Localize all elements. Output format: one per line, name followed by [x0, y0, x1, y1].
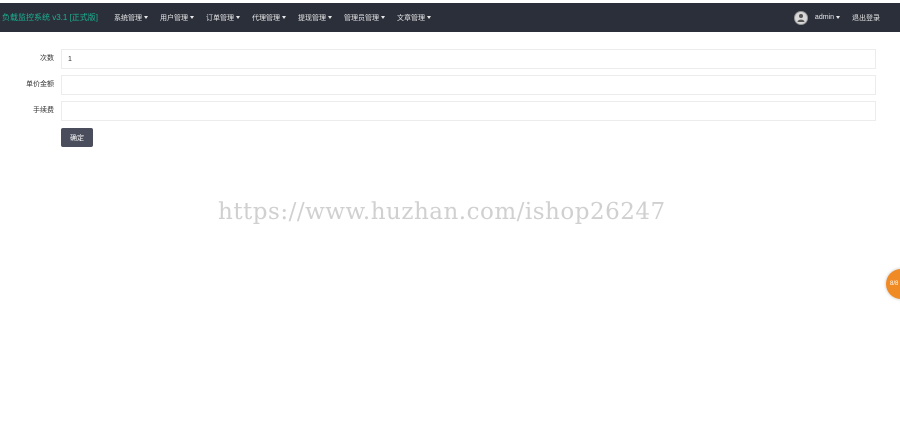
caret-down-icon — [381, 16, 385, 19]
menu-label: 文章管理 — [397, 14, 425, 22]
caret-down-icon — [282, 16, 286, 19]
caret-down-icon — [190, 16, 194, 19]
menu-agents[interactable]: 代理管理 — [252, 13, 286, 23]
menu-label: 系统管理 — [114, 14, 142, 22]
user-menu[interactable]: admin — [815, 14, 840, 21]
caret-down-icon — [836, 16, 840, 19]
submit-button[interactable]: 确定 — [61, 128, 93, 147]
menu-system[interactable]: 系统管理 — [114, 13, 148, 23]
caret-down-icon — [427, 16, 431, 19]
menu-label: 提现管理 — [298, 14, 326, 22]
watermark-text: https://www.huzhan.com/ishop26247 — [218, 199, 666, 225]
menu-orders[interactable]: 订单管理 — [206, 13, 240, 23]
menu-admins[interactable]: 管理员管理 — [344, 13, 385, 23]
field-label: 次数 — [40, 55, 54, 62]
user-icon — [797, 14, 805, 22]
top-navbar: 负载监控系统 v3.1 [正式版] 系统管理 用户管理 订单管理 代理管理 提现… — [0, 3, 900, 32]
floating-badge[interactable]: 8/8 — [886, 269, 900, 299]
caret-down-icon — [236, 16, 240, 19]
menu-withdraw[interactable]: 提现管理 — [298, 13, 332, 23]
menu-label: 管理员管理 — [344, 14, 379, 22]
field-label: 手续费 — [33, 107, 54, 114]
count-input[interactable] — [61, 49, 876, 69]
menu-label: 订单管理 — [206, 14, 234, 22]
menu-users[interactable]: 用户管理 — [160, 13, 194, 23]
menu-articles[interactable]: 文章管理 — [397, 13, 431, 23]
menu-label: 用户管理 — [160, 14, 188, 22]
unit-price-input[interactable] — [61, 75, 876, 95]
main-menu: 系统管理 用户管理 订单管理 代理管理 提现管理 管理员管理 文章管理 — [114, 13, 443, 23]
fee-input[interactable] — [61, 101, 876, 121]
caret-down-icon — [328, 16, 332, 19]
nav-user-area: admin 退出登录 — [793, 3, 880, 32]
field-label: 单价金额 — [26, 81, 54, 88]
app-brand[interactable]: 负载监控系统 v3.1 [正式版] — [0, 12, 114, 23]
caret-down-icon — [144, 16, 148, 19]
form-row-count: 次数 — [0, 49, 900, 69]
menu-label: 代理管理 — [252, 14, 280, 22]
logout-link[interactable]: 退出登录 — [852, 13, 880, 23]
avatar[interactable] — [793, 10, 808, 25]
username: admin — [814, 14, 834, 21]
form-row-fee: 手续费 — [0, 101, 900, 121]
form-row-unit-price: 单价金额 — [0, 75, 900, 95]
